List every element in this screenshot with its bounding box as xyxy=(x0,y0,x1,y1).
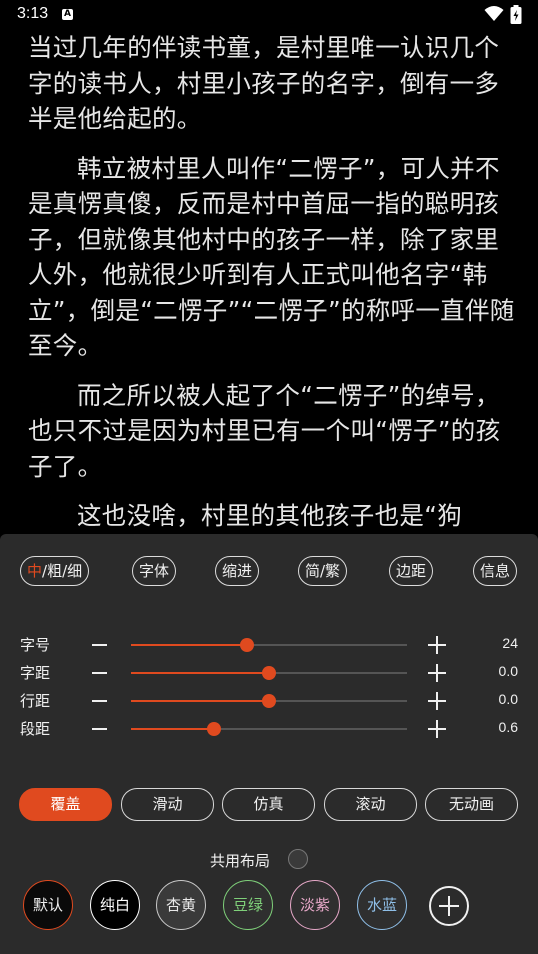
slider-label: 字距 xyxy=(20,664,51,682)
animation-cover-button[interactable]: 覆盖 xyxy=(19,788,112,821)
font-weight-button[interactable]: 中/粗/细 xyxy=(20,556,90,586)
theme-options: 默认 纯白 杏黄 豆绿 淡紫 水蓝 xyxy=(0,880,538,936)
shared-layout-toggle[interactable] xyxy=(288,849,308,869)
info-button[interactable]: 信息 xyxy=(473,556,518,586)
slider-thumb[interactable] xyxy=(206,722,221,736)
paragraph-spacing-slider-row: 段距 0.6 xyxy=(0,715,538,743)
paragraph: 韩立被村里人叫作“二愣子”，可人并不是真愣真傻，反而是村中首屈一指的聪明孩子，但… xyxy=(28,153,515,361)
slider-track[interactable] xyxy=(131,694,407,708)
font-button[interactable]: 字体 xyxy=(132,556,177,586)
status-bar: 3:13 A xyxy=(0,0,538,30)
theme-bean-green[interactable]: 豆绿 xyxy=(223,880,273,930)
slider-value: 0.6 xyxy=(498,719,518,735)
settings-top-buttons: 中/粗/细 字体 缩进 简/繁 边距 信息 xyxy=(0,556,538,588)
status-time: 3:13 xyxy=(17,5,49,22)
decrease-icon[interactable] xyxy=(92,672,107,674)
font-size-slider-row: 字号 24 xyxy=(0,631,538,659)
line-spacing-slider-row: 行距 0.0 xyxy=(0,687,538,715)
decrease-icon[interactable] xyxy=(92,728,107,730)
notification-icon: A xyxy=(62,9,73,20)
theme-water-blue[interactable]: 水蓝 xyxy=(357,880,407,930)
theme-default[interactable]: 默认 xyxy=(23,880,73,930)
animation-simulation-button[interactable]: 仿真 xyxy=(222,788,315,821)
animation-slide-button[interactable]: 滑动 xyxy=(121,788,214,821)
add-theme-button[interactable] xyxy=(429,886,469,926)
margin-button[interactable]: 边距 xyxy=(389,556,434,586)
theme-light-purple[interactable]: 淡紫 xyxy=(290,880,340,930)
slider-value: 0.0 xyxy=(498,663,518,679)
slider-track[interactable] xyxy=(131,638,407,652)
slider-track[interactable] xyxy=(131,666,407,680)
theme-apricot[interactable]: 杏黄 xyxy=(156,880,206,930)
animation-scroll-button[interactable]: 滚动 xyxy=(324,788,417,821)
slider-label: 段距 xyxy=(20,720,51,738)
slider-thumb[interactable] xyxy=(262,694,276,708)
paragraph: 而之所以被人起了个“二愣子”的绰号，也只不过是因为村里已有一个叫“愣子”的孩子了… xyxy=(28,380,501,481)
decrease-icon[interactable] xyxy=(92,644,107,646)
decrease-icon[interactable] xyxy=(92,700,107,702)
page-animation-options: 覆盖 滑动 仿真 滚动 无动画 xyxy=(0,788,538,822)
reader-content[interactable]: 当过几年的伴读书童，是村里唯一认识几个字的读书人，村里小孩子的名字，倒有一多半是… xyxy=(28,30,518,535)
theme-white[interactable]: 纯白 xyxy=(90,880,140,930)
letter-spacing-slider-row: 字距 0.0 xyxy=(0,659,538,687)
slider-label: 行距 xyxy=(20,692,51,710)
font-weight-current: 中 xyxy=(27,562,43,580)
reading-settings-panel: 中/粗/细 字体 缩进 简/繁 边距 信息 字号 24 字距 0.0 行距 0.… xyxy=(0,534,538,954)
wifi-icon xyxy=(484,6,504,21)
paragraph: 这也没啥，村里的其他孩子也是“狗娃”“二蛋”之类的被人一直称呼着，这些名 xyxy=(77,501,462,530)
slider-label: 字号 xyxy=(20,636,51,654)
font-weight-options: /粗/细 xyxy=(42,562,83,580)
slider-thumb[interactable] xyxy=(262,666,276,680)
battery-charging-icon xyxy=(510,5,522,24)
paragraph: 当过几年的伴读书童，是村里唯一认识几个字的读书人，村里小孩子的名字，倒有一多半是… xyxy=(28,33,500,133)
shared-layout-label: 共用布局 xyxy=(210,852,271,870)
slider-value: 24 xyxy=(502,635,518,651)
slider-thumb[interactable] xyxy=(239,638,254,652)
slider-value: 0.0 xyxy=(498,691,518,707)
simplified-traditional-button[interactable]: 简/繁 xyxy=(298,556,348,586)
animation-none-button[interactable]: 无动画 xyxy=(425,788,518,821)
indent-button[interactable]: 缩进 xyxy=(215,556,260,586)
slider-track[interactable] xyxy=(131,722,407,736)
